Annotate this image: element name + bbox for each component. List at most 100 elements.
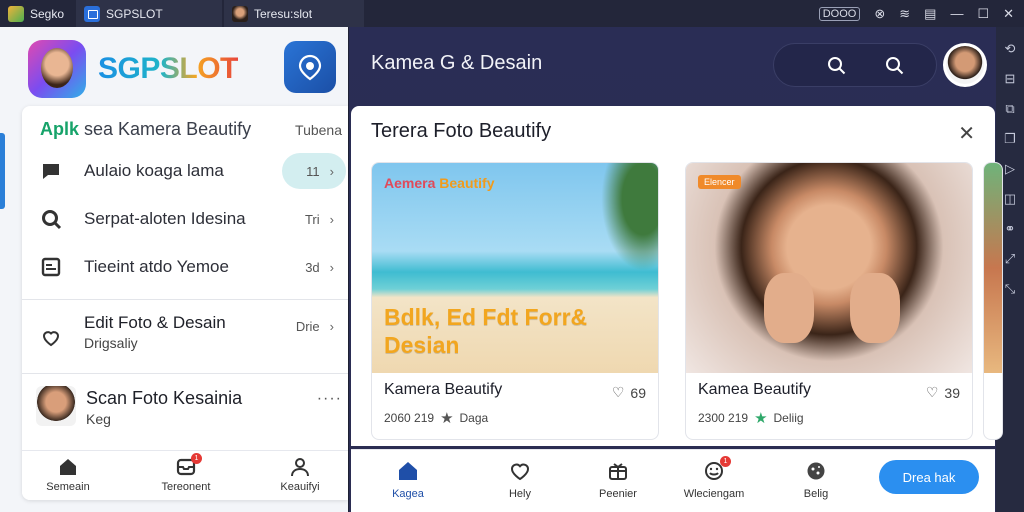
divider bbox=[22, 373, 348, 374]
divider bbox=[22, 299, 348, 300]
copy-icon[interactable]: ❐ bbox=[1004, 131, 1016, 147]
like-count: 69 bbox=[630, 384, 646, 401]
brand-logo: SGPSLOT bbox=[28, 40, 238, 98]
nav-item-kagea[interactable]: Kagea bbox=[363, 460, 453, 500]
nav-label: Peenier bbox=[599, 488, 637, 500]
layers-icon[interactable]: ◫ bbox=[1004, 191, 1016, 207]
menu-item-edit-foto[interactable]: Edit Foto & Desain Drigsaliy Drie › bbox=[22, 313, 348, 363]
user-avatar[interactable] bbox=[943, 43, 987, 87]
menu-item-tieeint[interactable]: Tieeint atdo Yemoe 3d › bbox=[22, 243, 348, 291]
maximize-icon[interactable]: ☐ bbox=[977, 6, 989, 22]
photo-card-partial[interactable] bbox=[983, 162, 1003, 440]
photo-dialog: Terera Foto Beautify ✕ Aemera Beautify B… bbox=[351, 106, 1003, 446]
profile-title: Scan Foto Kesainia bbox=[86, 388, 243, 408]
left-bottom-nav: Semeain 1 Tereonent Keauifyi bbox=[22, 450, 348, 500]
search-icon[interactable] bbox=[826, 55, 848, 77]
main-bottom-nav: Kagea Hely Peenier 1 Wleciengam Belig Dr… bbox=[351, 449, 995, 512]
like-button[interactable]: ♡ 69 bbox=[612, 384, 646, 401]
nav-label: Hely bbox=[508, 488, 531, 500]
home-icon bbox=[399, 462, 417, 480]
nav-item-hely[interactable]: Hely bbox=[475, 460, 565, 500]
more-icon[interactable]: ···· bbox=[317, 390, 342, 408]
search-bar[interactable] bbox=[773, 43, 937, 87]
expand-icon[interactable]: ⤢ bbox=[1005, 251, 1015, 267]
person-icon bbox=[291, 458, 309, 477]
header-meta[interactable]: Tubena bbox=[295, 122, 342, 138]
hand-shape bbox=[850, 273, 900, 343]
tab-sgpslot[interactable]: SGPSLOT bbox=[76, 0, 222, 27]
nav-label: Wleciengam bbox=[683, 488, 745, 500]
nav-item-keauifyi[interactable]: Keauifyi bbox=[260, 457, 340, 493]
star-icon: ★ bbox=[440, 410, 454, 427]
meta-text: Deliig bbox=[773, 411, 804, 425]
play-icon[interactable]: ▷ bbox=[1005, 161, 1015, 177]
search-icon bbox=[42, 210, 62, 230]
like-button[interactable]: ♡ 39 bbox=[926, 384, 960, 401]
menu-item-meta: 11 › bbox=[306, 164, 334, 179]
notification-badge: 1 bbox=[720, 456, 731, 467]
meta-count: Tri bbox=[304, 211, 320, 227]
meta-count: 3d bbox=[305, 259, 320, 275]
tab-segko[interactable]: Segko bbox=[0, 0, 74, 27]
close-icon[interactable]: ✕ bbox=[958, 121, 975, 146]
top-tab-bar: Segko SGPSLOT Teresu:slot DOOO ⊗ ≋ ▤ — ☐… bbox=[0, 0, 1024, 27]
tab-label: Segko bbox=[30, 6, 65, 21]
menu-item-aulaio[interactable]: Aulaio koaga lama 11 › bbox=[22, 147, 348, 195]
menu-item-label: Aulaio koaga lama bbox=[84, 161, 224, 180]
nav-item-belig[interactable]: Belig bbox=[771, 460, 861, 500]
profile-item[interactable]: Scan Foto Kesainia Keg ···· bbox=[36, 386, 346, 438]
minimize-icon[interactable]: — bbox=[950, 6, 963, 21]
heart-icon bbox=[42, 331, 60, 347]
photo-card[interactable]: Elencer Kamea Beautify ♡ 39 2300 219 ★ Deli… bbox=[685, 162, 973, 440]
nav-item-peenier[interactable]: Peenier bbox=[573, 460, 663, 500]
menu-item-serpat[interactable]: Serpat-aloten Idesina Tri › bbox=[22, 195, 348, 243]
palm-tree bbox=[594, 163, 658, 283]
tab-label: Teresu:slot bbox=[254, 6, 313, 21]
photo-overlay-caption: Bdlk, Ed Fdt Forr& Desian bbox=[384, 304, 588, 358]
nav-item-tereonent[interactable]: 1 Tereonent bbox=[146, 453, 226, 493]
screenshot-icon[interactable]: ⧉ bbox=[1005, 101, 1014, 117]
photo-card[interactable]: Aemera Beautify Bdlk, Ed Fdt Forr& Desia… bbox=[371, 162, 659, 440]
gallery-icon bbox=[41, 257, 61, 277]
portrait-photo: Elencer bbox=[686, 163, 972, 373]
menu-item-label: Tieeint atdo Yemoe bbox=[84, 257, 229, 276]
menu-card-title: Aplk sea Kamera Beautify bbox=[40, 119, 251, 140]
card-title: Kamera Beautify bbox=[384, 381, 503, 398]
card-meta: 2060 219 ★ Daga bbox=[384, 409, 488, 427]
meta-text: 2060 219 bbox=[384, 411, 435, 425]
edit-title: Edit Foto & Desain bbox=[84, 313, 226, 332]
portrait-icon bbox=[232, 5, 248, 22]
wifi-icon[interactable]: ≋ bbox=[899, 6, 910, 22]
window-icon[interactable]: ▤ bbox=[924, 6, 936, 22]
beach-photo: Aemera Beautify Bdlk, Ed Fdt Forr& Desia… bbox=[372, 163, 658, 373]
rotate-icon[interactable]: ⟲ bbox=[1005, 41, 1016, 57]
overlay-text-b: Beautify bbox=[439, 175, 495, 191]
minus-box-icon[interactable]: ⊟ bbox=[1005, 71, 1016, 87]
menu-card: Aplk sea Kamera Beautify Tubena Aulaio k… bbox=[22, 106, 348, 500]
cta-button[interactable]: Drea hak bbox=[879, 460, 979, 494]
tab-teresu[interactable]: Teresu:slot bbox=[224, 0, 364, 27]
active-indicator bbox=[0, 133, 5, 209]
emoji-icon: 1 bbox=[703, 456, 731, 482]
overlay-text-a: Aemera bbox=[384, 175, 440, 191]
photo-overlay-title: Aemera Beautify bbox=[384, 175, 495, 191]
brand-name: SGPSLOT bbox=[98, 52, 238, 85]
system-label[interactable]: DOOO bbox=[818, 6, 861, 21]
settings-icon[interactable]: ⊗ bbox=[874, 6, 885, 22]
header-text: sea Kamera Beautify bbox=[79, 119, 252, 139]
nav-label: Semeain bbox=[46, 481, 90, 493]
collapse-icon[interactable]: ⤡ bbox=[1005, 281, 1015, 297]
nav-item-wleciengam[interactable]: 1 Wleciengam bbox=[669, 456, 759, 500]
close-icon[interactable]: ✕ bbox=[1003, 6, 1014, 22]
star-icon: ★ bbox=[754, 410, 768, 427]
inbox-icon: 1 bbox=[176, 453, 202, 477]
camera-app-icon[interactable] bbox=[284, 41, 336, 93]
search-icon[interactable] bbox=[884, 55, 906, 77]
window-icon bbox=[84, 5, 100, 22]
menu-item-meta: 3d › bbox=[305, 260, 334, 275]
link-icon[interactable]: ⚭ bbox=[1005, 221, 1016, 237]
meta-text: Drie bbox=[295, 319, 320, 334]
heart-icon: ♡ bbox=[611, 384, 625, 400]
meta-text: 2300 219 bbox=[698, 411, 749, 425]
nav-item-semeain[interactable]: Semeain bbox=[28, 457, 108, 493]
